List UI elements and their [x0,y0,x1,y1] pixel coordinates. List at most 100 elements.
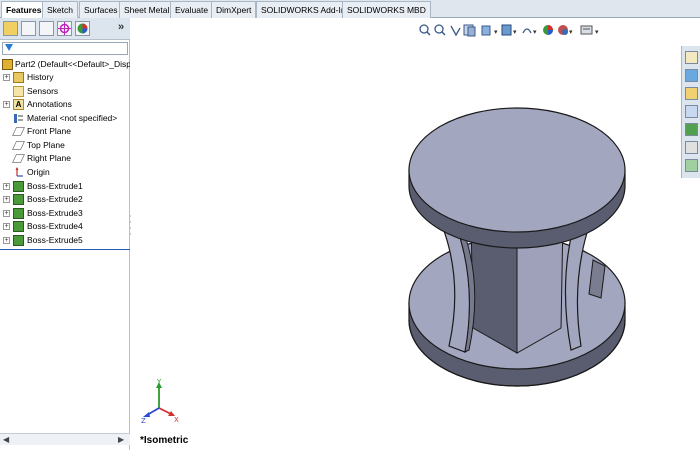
tab-dimxpert[interactable]: DimXpert [211,1,257,18]
dimxpert-manager-icon[interactable] [57,21,72,36]
tree-item-boss-extrude2[interactable]: + Boss-Extrude2 [0,193,130,206]
tree-item-boss-extrude5[interactable]: + Boss-Extrude5 [0,234,130,247]
edit-appearance-icon[interactable] [543,25,553,35]
view-palette-icon[interactable] [685,105,698,118]
expand-icon[interactable]: + [3,210,10,217]
history-folder-icon [13,72,24,83]
expand-panel-icon[interactable]: » [118,21,124,33]
triad-y-label: Y [156,378,162,386]
tree-item-label: Material <not specified> [27,113,118,123]
annotation-icon: A [13,99,24,110]
property-manager-icon[interactable] [21,21,36,36]
scroll-left-icon[interactable]: ◀ [3,435,9,444]
horizontal-scrollbar[interactable]: ◀ ▶ [0,433,130,445]
feature-manager-panel: » Part2 (Default<<Default>_Displa + Hist… [0,18,130,450]
expand-icon[interactable]: + [3,183,10,190]
tree-item-label: Sensors [27,86,59,96]
configuration-manager-icon[interactable] [39,21,54,36]
heads-up-view-toolbar: ▾ ▾ ▾ ▾ ▾ [418,23,618,39]
3d-model[interactable] [401,88,631,388]
extrude-icon [13,235,24,246]
display-style-icon[interactable]: ▾ [501,24,517,36]
display-manager-icon[interactable] [75,21,90,36]
tab-solidworks-add-ins[interactable]: SOLIDWORKS Add-Ins [256,1,355,18]
svg-text:▾: ▾ [533,28,537,36]
tree-item-boss-extrude3[interactable]: + Boss-Extrude3 [0,207,130,220]
tree-item-label: Boss-Extrude5 [27,235,83,245]
plane-icon [12,127,25,136]
extrude-icon [13,208,24,219]
forum-icon[interactable] [685,159,698,172]
plane-icon [12,141,25,150]
zoom-area-icon[interactable] [434,24,446,36]
tree-item-material[interactable]: Material <not specified> [0,112,130,125]
tree-root-label: Part2 (Default<<Default>_Displa [15,59,130,69]
tree-item-front-plane[interactable]: Front Plane [0,125,130,138]
view-settings-icon[interactable]: ▾ [580,25,599,36]
tree-item-label: Boss-Extrude1 [27,181,83,191]
triad-z-label: Z [141,417,146,423]
tree-item-top-plane[interactable]: Top Plane [0,139,130,152]
design-library-icon[interactable] [685,69,698,82]
plane-icon [12,154,25,163]
tree-item-label: Origin [27,167,50,177]
tree-root-part[interactable]: Part2 (Default<<Default>_Displa [0,58,130,71]
expand-icon[interactable]: + [3,237,10,244]
tree-item-sensors[interactable]: Sensors [0,85,130,98]
expand-icon[interactable]: + [3,101,10,108]
home-icon[interactable] [685,51,698,64]
previous-view-icon[interactable] [450,25,461,37]
command-manager-tabs: Features Sketch Surfaces Sheet Metal Eva… [0,0,700,19]
tree-item-boss-extrude1[interactable]: + Boss-Extrude1 [0,180,130,193]
svg-text:▾: ▾ [513,28,517,36]
svg-text:▾: ▾ [569,28,573,36]
apply-scene-icon[interactable]: ▾ [558,25,573,36]
appearances-icon[interactable] [685,123,698,136]
tree-item-label: History [27,72,54,82]
tree-item-right-plane[interactable]: Right Plane [0,152,130,165]
tree-item-boss-extrude4[interactable]: + Boss-Extrude4 [0,220,130,233]
tab-surfaces[interactable]: Surfaces [79,1,123,18]
expand-icon[interactable]: + [3,74,10,81]
tree-item-label: Boss-Extrude2 [27,194,83,204]
feature-manager-icon[interactable] [3,21,18,36]
view-orientation-icon[interactable]: ▾ [481,25,498,36]
filter-icon [5,44,13,51]
expand-icon[interactable]: + [3,223,10,230]
tree-item-origin[interactable]: Origin [0,166,130,179]
tree-item-history[interactable]: + History [0,71,130,84]
tree-item-annotations[interactable]: + A Annotations [0,98,130,111]
tree-item-label: Right Plane [27,153,71,163]
view-orientation-label: *Isometric [140,435,189,446]
extrude-icon [13,221,24,232]
part-icon [2,59,13,70]
hide-show-icon[interactable]: ▾ [522,28,537,36]
expand-icon[interactable]: + [3,196,10,203]
tree-filter-input[interactable] [2,42,128,55]
svg-text:▾: ▾ [595,28,599,36]
tab-sketch[interactable]: Sketch [42,1,78,18]
section-view-icon[interactable] [463,24,476,37]
tree-item-label: Boss-Extrude3 [27,208,83,218]
file-explorer-icon[interactable] [685,87,698,100]
tab-features[interactable]: Features [1,1,47,19]
tab-evaluate[interactable]: Evaluate [170,1,214,18]
tree-item-label: Annotations [27,99,72,109]
tab-solidworks-mbd[interactable]: SOLIDWORKS MBD [342,1,431,18]
graphics-area[interactable]: ▾ ▾ ▾ ▾ ▾ Y X Z [131,18,680,450]
origin-icon [13,167,24,178]
coordinate-triad: Y X Z [141,378,179,423]
manager-tabs-bar: » [0,18,130,40]
tab-sheet-metal[interactable]: Sheet Metal [119,1,175,18]
zoom-to-fit-icon[interactable] [419,24,431,36]
sensor-icon [13,86,24,97]
svg-text:▾: ▾ [494,28,498,36]
triad-x-label: X [174,416,179,423]
task-pane [681,46,700,178]
material-icon [13,113,24,124]
tree-item-label: Boss-Extrude4 [27,221,83,231]
tree-item-label: Front Plane [27,126,71,136]
custom-properties-icon[interactable] [685,141,698,154]
extrude-icon [13,194,24,205]
scroll-right-icon[interactable]: ▶ [118,435,124,444]
